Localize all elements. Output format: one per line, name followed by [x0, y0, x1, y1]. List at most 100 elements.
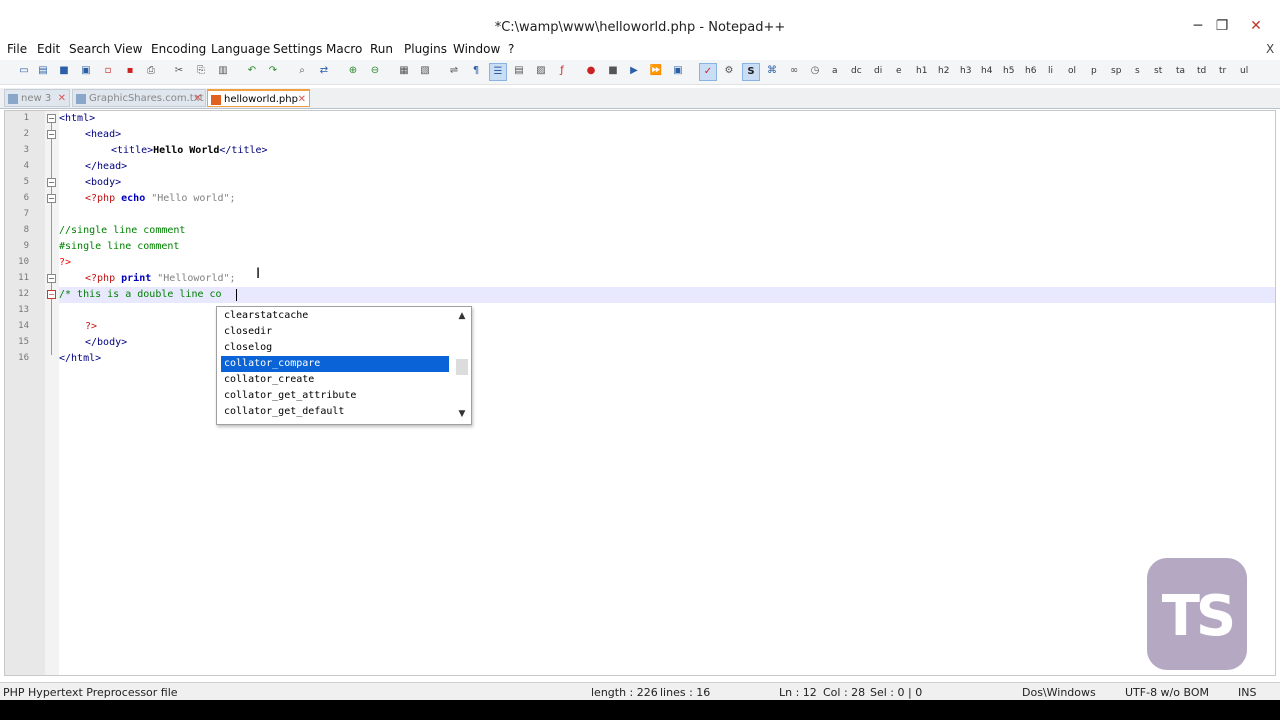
autocomplete-item[interactable]: collator_get_default — [221, 404, 449, 420]
tab-helloworld[interactable]: helloworld.php ✕ — [207, 89, 310, 107]
menu-macro[interactable]: Macro — [326, 42, 362, 56]
replace-icon[interactable]: ⇄ — [316, 63, 332, 79]
tab-graphicshares[interactable]: GraphicShares.com.txt ✕ — [72, 89, 206, 107]
tag-st-button[interactable]: st — [1154, 63, 1162, 79]
tag-td-button[interactable]: td — [1197, 63, 1206, 79]
paste-icon[interactable]: ▥ — [215, 63, 231, 79]
tag-dc-button[interactable]: dc — [851, 63, 862, 79]
tag-h2-button[interactable]: h2 — [938, 63, 949, 79]
close-file-icon[interactable]: ▫ — [100, 63, 116, 79]
menu-search[interactable]: Search — [69, 42, 110, 56]
menu-run[interactable]: Run — [370, 42, 393, 56]
scroll-down-icon[interactable]: ▼ — [455, 407, 469, 421]
tab-new-3[interactable]: new 3 ✕ — [4, 89, 70, 107]
zoom-out-icon[interactable]: ⊖ — [367, 63, 383, 79]
fold-toggle-icon[interactable]: − — [47, 274, 56, 283]
menu-plugins[interactable]: Plugins — [404, 42, 447, 56]
tag-h3-button[interactable]: h3 — [960, 63, 971, 79]
autocomplete-item[interactable]: collator_get_attribute — [221, 388, 449, 404]
xml-tools-icon[interactable]: ⌘ — [764, 63, 780, 79]
sync-vertical-icon[interactable]: ▦ — [396, 63, 412, 79]
undo-icon[interactable]: ↶ — [244, 63, 260, 79]
language-icon[interactable]: ▤ — [511, 63, 527, 79]
tag-s-button[interactable]: s — [1135, 63, 1140, 79]
tag-sp-button[interactable]: sp — [1111, 63, 1121, 79]
tag-h5-button[interactable]: h5 — [1003, 63, 1014, 79]
cut-icon[interactable]: ✂ — [171, 63, 187, 79]
autocomplete-item[interactable]: closedir — [221, 324, 449, 340]
autocomplete-list[interactable]: clearstatcache closedir closelog collato… — [216, 306, 472, 425]
menu-edit[interactable]: Edit — [37, 42, 60, 56]
close-document-icon[interactable]: X — [1266, 42, 1274, 56]
menu-encoding[interactable]: Encoding — [151, 42, 206, 56]
tag-ta-button[interactable]: ta — [1176, 63, 1185, 79]
tag-li-button[interactable]: li — [1048, 63, 1053, 79]
tab-close-icon[interactable]: ✕ — [58, 90, 66, 108]
save-macro-icon[interactable]: ▣ — [670, 63, 686, 79]
print-icon[interactable]: ⎙ — [143, 63, 159, 79]
restore-button[interactable]: ❐ — [1212, 16, 1232, 36]
fold-toggle-icon[interactable]: − — [47, 178, 56, 187]
save-all-icon[interactable]: ▣ — [78, 63, 94, 79]
autocomplete-item[interactable]: clearstatcache — [221, 308, 449, 324]
tag-h6-button[interactable]: h6 — [1025, 63, 1036, 79]
fold-toggle-icon[interactable]: − — [47, 114, 56, 123]
scroll-thumb[interactable] — [456, 359, 468, 375]
scroll-up-icon[interactable]: ▲ — [455, 309, 469, 323]
eol-format-label[interactable]: Dos\Windows — [1022, 686, 1096, 699]
snippet-s-icon[interactable]: S — [742, 63, 760, 81]
function-list-icon[interactable]: ƒ — [554, 63, 570, 79]
menu-language[interactable]: Language — [211, 42, 270, 56]
run-macro-multiple-icon[interactable]: ⏩ — [648, 63, 664, 79]
play-macro-icon[interactable]: ▶ — [626, 63, 642, 79]
spell-check-settings-icon[interactable]: ⚙ — [721, 63, 737, 79]
tag-ul-button[interactable]: ul — [1240, 63, 1248, 79]
menu-help[interactable]: ? — [508, 42, 514, 56]
autocomplete-scrollbar[interactable]: ▲ ▼ — [455, 309, 469, 421]
save-icon[interactable]: ■ — [56, 63, 72, 79]
menu-settings[interactable]: Settings — [273, 42, 322, 56]
menu-window[interactable]: Window — [453, 42, 500, 56]
code-editor[interactable]: 1 2 3 4 5 6 7 8 9 10 11 12 13 14 15 16 −… — [4, 110, 1276, 676]
copy-icon[interactable]: ⎘ — [193, 63, 209, 79]
code-line-8: //single line comment — [59, 223, 185, 239]
new-file-icon[interactable]: ▭ — [16, 63, 32, 79]
show-all-chars-icon[interactable]: ¶ — [468, 63, 484, 79]
line-position-label: Ln : 12 — [779, 686, 817, 699]
sync-horizontal-icon[interactable]: ▧ — [417, 63, 433, 79]
tag-h1-button[interactable]: h1 — [916, 63, 927, 79]
close-button[interactable]: ✕ — [1246, 16, 1266, 36]
tab-close-icon[interactable]: ✕ — [194, 90, 202, 108]
fold-toggle-icon[interactable]: − — [47, 194, 56, 203]
redo-icon[interactable]: ↷ — [265, 63, 281, 79]
tag-ol-button[interactable]: ol — [1068, 63, 1076, 79]
tag-a-button[interactable]: a — [832, 63, 838, 79]
zoom-in-icon[interactable]: ⊕ — [345, 63, 361, 79]
autocomplete-item[interactable]: collator_create — [221, 372, 449, 388]
minimize-button[interactable]: ─ — [1188, 16, 1208, 36]
tag-h4-button[interactable]: h4 — [981, 63, 992, 79]
tab-close-icon[interactable]: ✕ — [298, 91, 306, 109]
fold-toggle-icon[interactable]: − — [47, 290, 56, 299]
close-all-icon[interactable]: ▪ — [122, 63, 138, 79]
record-macro-icon[interactable]: ● — [583, 63, 599, 79]
menu-view[interactable]: View — [114, 42, 142, 56]
fold-toggle-icon[interactable]: − — [47, 130, 56, 139]
indent-guide-icon[interactable]: ☰ — [489, 63, 507, 81]
tag-e-button[interactable]: e — [896, 63, 902, 79]
menu-file[interactable]: File — [7, 42, 27, 56]
clock-icon[interactable]: ◷ — [807, 63, 823, 79]
word-wrap-icon[interactable]: ⇌ — [446, 63, 462, 79]
autocomplete-item[interactable]: closelog — [221, 340, 449, 356]
tag-di-button[interactable]: di — [874, 63, 882, 79]
autocomplete-item-selected[interactable]: collator_compare — [220, 355, 450, 373]
find-icon[interactable]: ⌕ — [294, 63, 310, 79]
open-file-icon[interactable]: ▤ — [35, 63, 51, 79]
spell-check-icon[interactable]: ✓ — [699, 63, 717, 81]
tag-p-button[interactable]: p — [1091, 63, 1097, 79]
stop-macro-icon[interactable]: ■ — [605, 63, 621, 79]
document-map-icon[interactable]: ▨ — [533, 63, 549, 79]
encoding-label[interactable]: UTF-8 w/o BOM — [1125, 686, 1209, 699]
binoculars-icon[interactable]: ∞ — [786, 63, 802, 79]
tag-tr-button[interactable]: tr — [1219, 63, 1226, 79]
